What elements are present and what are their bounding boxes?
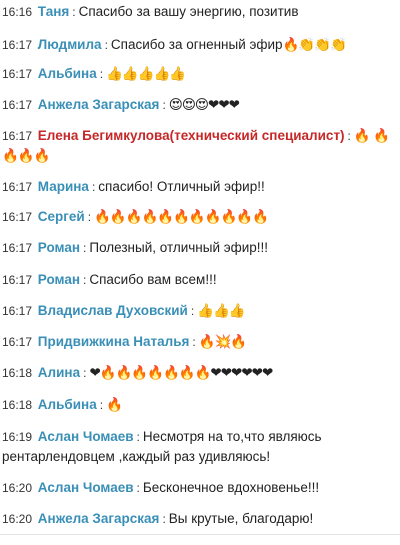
message-author[interactable]: Марина	[38, 179, 89, 194]
message-separator: :	[136, 430, 140, 444]
message-time: 16:17	[2, 67, 33, 81]
message-emoji: 😍😍😍❤❤❤	[168, 97, 240, 113]
message-separator: :	[87, 210, 92, 224]
message-time: 16:19	[2, 430, 33, 444]
message-time: 16:17	[2, 304, 33, 318]
message-separator: :	[347, 129, 351, 143]
message-emoji: ❤🔥🔥🔥🔥🔥🔥🔥❤❤❤❤❤❤	[89, 365, 273, 381]
message-author[interactable]: Анжела Загарская	[38, 97, 160, 112]
message-separator: :	[91, 180, 96, 194]
chat-message: 16:17 Сергей: 🔥🔥🔥🔥🔥🔥🔥🔥🔥🔥🔥	[2, 207, 396, 227]
message-separator: :	[162, 512, 166, 526]
message-author[interactable]: Роман	[38, 272, 80, 287]
message-separator: :	[104, 38, 108, 52]
message-time: 16:17	[2, 241, 33, 255]
message-time: 16:17	[2, 129, 33, 143]
message-author[interactable]: Анжела Загарская	[38, 511, 160, 526]
message-separator: :	[99, 67, 104, 81]
message-time: 16:20	[2, 481, 33, 495]
message-author[interactable]: Аслан Чомаев	[38, 429, 134, 444]
message-author[interactable]: Елена Бегимкулова(технический специалист…	[38, 128, 345, 143]
chat-message: 16:19 Аслан Чомаев: Несмотря на то,что яв…	[2, 427, 396, 467]
message-emoji: 👍👍👍👍👍	[106, 66, 186, 82]
message-author[interactable]: Роман	[38, 240, 80, 255]
divider	[0, 534, 400, 535]
message-time: 16:17	[2, 210, 33, 224]
chat-message: 16:17 Анжела Загарская: 😍😍😍❤❤❤	[2, 95, 396, 115]
message-emoji: 🔥💥🔥	[198, 334, 247, 350]
message-emoji: 🔥🔥🔥🔥🔥🔥🔥🔥🔥🔥🔥	[94, 209, 269, 225]
message-separator: :	[190, 304, 195, 318]
message-separator: :	[83, 273, 87, 287]
message-emoji: 🔥	[106, 397, 123, 413]
chat-message: 16:17 Марина: спасибо! Отличный эфир!!	[2, 177, 396, 197]
message-author[interactable]: Аслан Чомаев	[38, 480, 134, 495]
chat-message: 16:20 Аслан Чомаев: Бесконечное вдохновен…	[2, 478, 396, 498]
chat-log: 16:16 Таня: Спасибо за вашу энергию, пози…	[0, 0, 400, 545]
message-time: 16:18	[2, 366, 33, 380]
chat-message: 16:18 Альбина: 🔥	[2, 395, 396, 415]
message-text: Вы крутые, благодарю!	[168, 511, 314, 526]
message-text: Полезный, отличный эфир!!!	[89, 240, 269, 255]
message-separator: :	[99, 398, 104, 412]
chat-message: 16:17 Роман: Полезный, отличный эфир!!!	[2, 238, 396, 258]
message-text: спасибо! Отличный эфир!!	[98, 179, 265, 194]
message-time: 16:16	[2, 5, 33, 19]
message-time: 16:17	[2, 180, 33, 194]
message-emoji: 🔥👏👏👏	[282, 37, 347, 53]
message-text: Спасибо за огненный эфир	[110, 37, 283, 52]
chat-message: 16:17 Роман: Спасибо вам всем!!!	[2, 270, 396, 290]
chat-message: 16:18 Алина: ❤🔥🔥🔥🔥🔥🔥🔥❤❤❤❤❤❤	[2, 363, 396, 383]
message-time: 16:17	[2, 335, 33, 349]
message-author[interactable]: Людмила	[38, 37, 102, 52]
message-time: 16:20	[2, 512, 33, 526]
message-author[interactable]: Альбина	[38, 397, 97, 412]
message-text: Спасибо вам всем!!!	[89, 272, 217, 287]
chat-message: 16:17 Владислав Духовский: 👍👍👍	[2, 301, 396, 321]
chat-message: 16:17 Альбина: 👍👍👍👍👍	[2, 64, 396, 84]
message-author[interactable]: Сергей	[38, 209, 85, 224]
message-author[interactable]: Придвижкина Наталья	[38, 334, 190, 349]
chat-message: 16:17 Придвижкина Наталья: 🔥💥🔥	[2, 332, 396, 352]
chat-message: 16:17 Елена Бегимкулова(технический спец…	[2, 126, 396, 166]
message-time: 16:17	[2, 273, 33, 287]
message-time: 16:17	[2, 98, 33, 112]
message-separator: :	[83, 366, 87, 380]
chat-message: 16:17 Людмила: Спасибо за огненный эфир🔥👏…	[2, 35, 396, 55]
message-text: Спасибо за вашу энергию, позитив	[78, 4, 299, 19]
message-author[interactable]: Альбина	[38, 66, 97, 81]
message-time: 16:18	[2, 398, 33, 412]
message-separator: :	[83, 241, 87, 255]
message-separator: :	[192, 335, 196, 349]
message-time: 16:17	[2, 38, 33, 52]
message-author[interactable]: Владислав Духовский	[38, 303, 188, 318]
chat-message: 16:16 Таня: Спасибо за вашу энергию, пози…	[2, 2, 396, 22]
message-emoji: 👍👍👍	[197, 303, 245, 319]
chat-message: 16:20 Анжела Загарская: Вы крутые, благод…	[2, 509, 396, 529]
message-author[interactable]: Таня	[38, 4, 69, 19]
message-separator: :	[162, 98, 166, 112]
message-author[interactable]: Алина	[38, 365, 80, 380]
message-separator: :	[72, 5, 76, 19]
message-text: Бесконечное вдохновенье!!!	[142, 480, 320, 495]
message-separator: :	[136, 481, 140, 495]
